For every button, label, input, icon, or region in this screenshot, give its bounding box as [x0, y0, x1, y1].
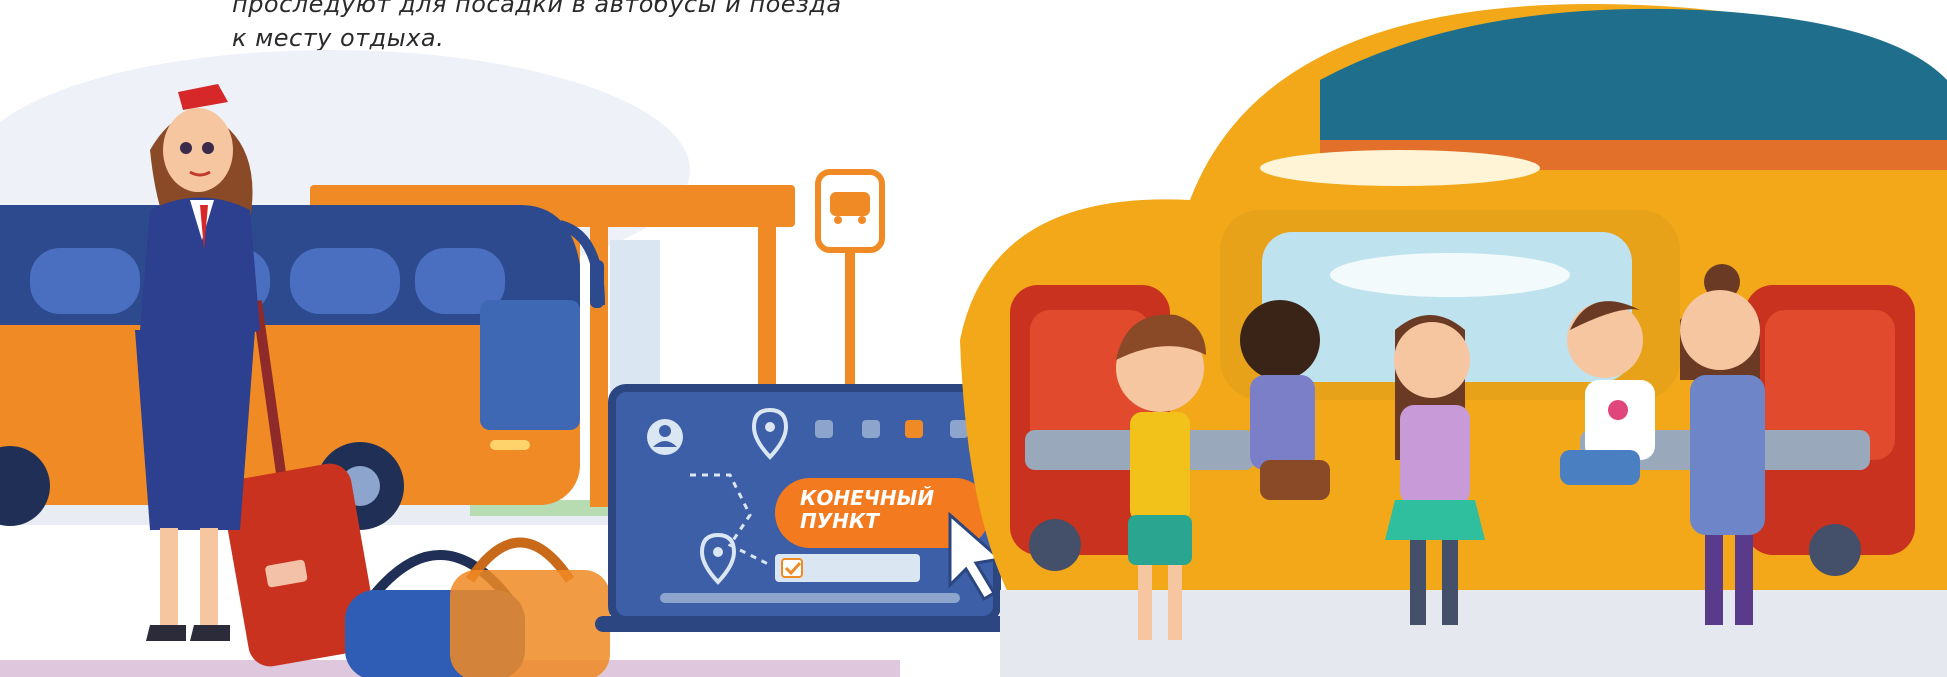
laptop: КОНЕЧНЫЙ ПУНКТ: [595, 384, 1025, 632]
illustration-stage: проследуют для посадки в автобусы и поез…: [0, 0, 1947, 677]
destination-button-label-1: КОНЕЧНЫЙ: [800, 486, 934, 510]
checkbox-checked-icon: [905, 420, 923, 438]
travel-scene: КОНЕЧНЫЙ ПУНКТ: [0, 4, 1947, 677]
bus-stop-sign-icon: [815, 169, 885, 390]
destination-button-label-2: ПУНКТ: [800, 509, 880, 533]
